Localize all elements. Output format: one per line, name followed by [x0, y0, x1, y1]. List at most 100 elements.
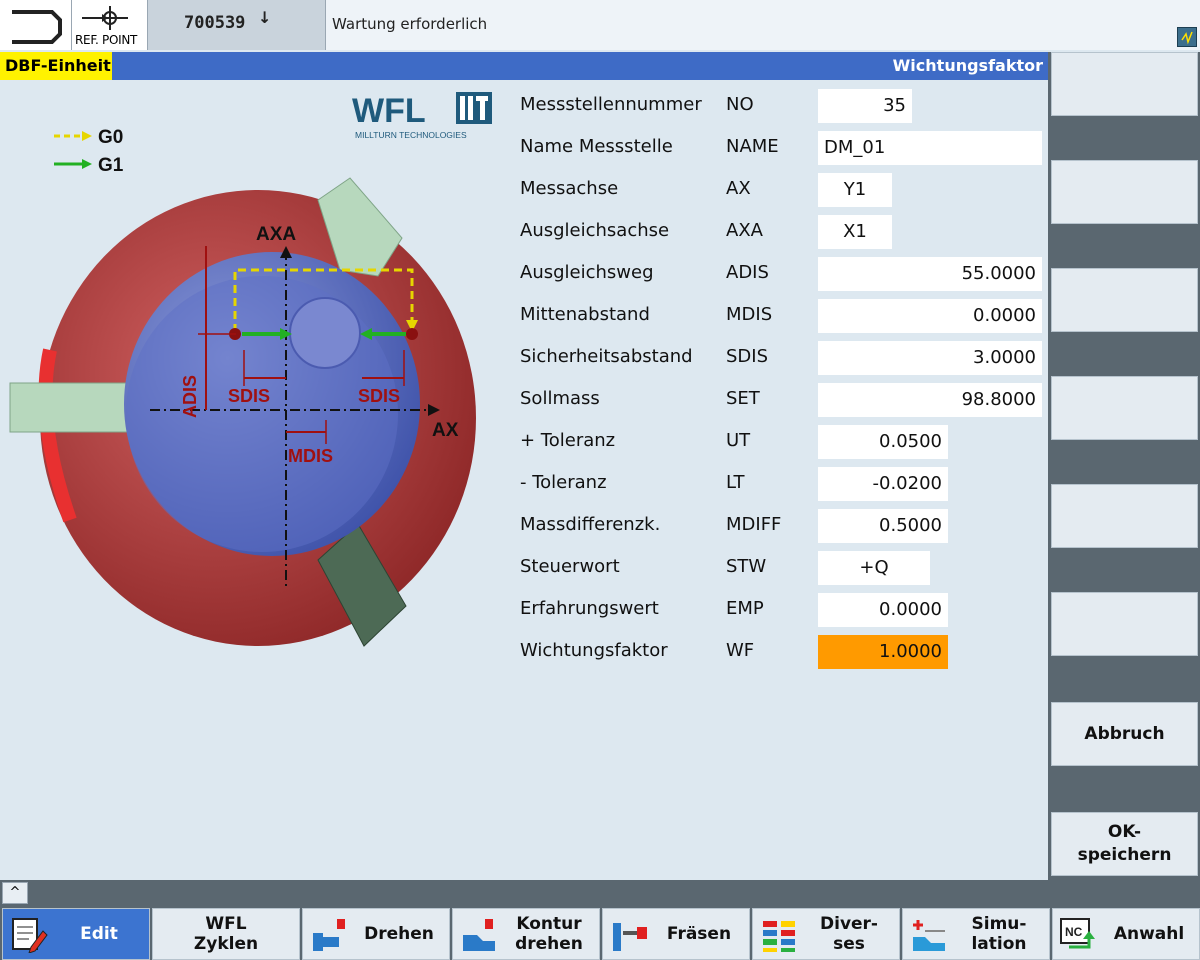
param-row-mdis: Mittenabstand MDIS 0.0000 [0, 296, 1048, 338]
param-input-mdiff[interactable]: 0.5000 [818, 509, 948, 543]
param-short: MDIS [726, 304, 773, 325]
wfl-cycles-label-2: Zyklen [193, 934, 259, 954]
param-row-no: Messstellennummer NO 35 [0, 86, 1048, 128]
ok-save-label-2: speichern [1077, 845, 1172, 865]
param-row-stw: Steuerwort STW +Q [0, 548, 1048, 590]
vertical-softkey-2[interactable] [1051, 160, 1198, 224]
param-label: Steuerwort [520, 556, 620, 577]
simulation-label-2: lation [971, 934, 1027, 954]
ref-point-label: REF. POINT [75, 33, 138, 47]
param-label: Erfahrungswert [520, 598, 659, 619]
param-row-ut: + Toleranz UT 0.0500 [0, 422, 1048, 464]
param-short: AX [726, 178, 751, 199]
vertical-softkey-6[interactable] [1051, 592, 1198, 656]
turning-softkey[interactable]: Drehen [302, 908, 450, 960]
program-indicator: 700539 ↓ [148, 0, 326, 50]
param-label: Ausgleichsachse [520, 220, 670, 241]
param-input-name[interactable]: DM_01 [818, 131, 1042, 165]
param-short: MDIFF [726, 514, 782, 535]
param-label: Sicherheitsabstand [520, 346, 693, 367]
nc-select-softkey[interactable]: NC Anwahl [1052, 908, 1200, 960]
param-label: Wichtungsfaktor [520, 640, 668, 661]
vertical-softkey-1[interactable] [1051, 52, 1198, 116]
param-label: Massdifferenzk. [520, 514, 661, 535]
param-input-lt[interactable]: -0.0200 [818, 467, 948, 501]
vertical-softkey-5[interactable] [1051, 484, 1198, 548]
param-short: WF [726, 640, 755, 661]
operating-mode-indicator [0, 0, 72, 50]
vertical-softkey-bar: Abbruch OK- speichern [1048, 52, 1200, 880]
param-short: ADIS [726, 262, 769, 283]
param-short: UT [726, 430, 751, 451]
edit-softkey[interactable]: Edit [2, 908, 150, 960]
wfl-cycles-label-1: WFL [205, 913, 247, 934]
edit-label: Edit [80, 923, 118, 944]
misc-label-1: Diver- [820, 913, 878, 934]
contour-turning-icon [463, 919, 495, 951]
param-label: - Toleranz [520, 472, 607, 493]
param-label: Ausgleichsweg [520, 262, 654, 283]
download-arrow-icon: ↓ [258, 8, 272, 27]
contour-turning-softkey[interactable]: Kontur drehen [452, 908, 600, 960]
recall-button[interactable]: ^ [2, 882, 28, 904]
param-input-wf[interactable]: 1.0000 [818, 635, 948, 669]
vertical-softkey-4[interactable] [1051, 376, 1198, 440]
svg-text:NC: NC [1065, 925, 1083, 939]
param-input-set[interactable]: 98.8000 [818, 383, 1042, 417]
horizontal-softkey-bar: Edit WFL Zyklen Drehen Kontur drehen Frä… [0, 906, 1200, 960]
param-label: Messachse [520, 178, 619, 199]
param-label: Sollmass [520, 388, 600, 409]
selected-parameter-title: Wichtungsfaktor [892, 56, 1043, 75]
turning-icon [313, 919, 345, 951]
misc-softkey[interactable]: Diver- ses [752, 908, 900, 960]
param-row-ax: Messachse AX Y1 [0, 170, 1048, 212]
param-row-name: Name Messstelle NAME DM_01 [0, 128, 1048, 170]
param-row-sdis: Sicherheitsabstand SDIS 3.0000 [0, 338, 1048, 380]
param-select-axa[interactable]: X1 [818, 215, 892, 249]
param-input-emp[interactable]: 0.0000 [818, 593, 948, 627]
param-label: Name Messstelle [520, 136, 673, 157]
hmi-status-icon[interactable] [1177, 27, 1197, 47]
jog-mode-icon [12, 10, 62, 44]
milling-icon [613, 923, 647, 951]
cancel-button[interactable]: Abbruch [1051, 702, 1198, 766]
param-row-mdiff: Massdifferenzk. MDIFF 0.5000 [0, 506, 1048, 548]
param-input-sdis[interactable]: 3.0000 [818, 341, 1042, 375]
param-input-no[interactable]: 35 [818, 89, 912, 123]
param-row-set: Sollmass SET 98.8000 [0, 380, 1048, 422]
param-short: NO [726, 94, 754, 115]
simulation-softkey[interactable]: Simu- lation [902, 908, 1050, 960]
milling-label: Fräsen [666, 923, 732, 944]
ok-save-button[interactable]: OK- speichern [1051, 812, 1198, 876]
param-label: Messstellennummer [520, 94, 702, 115]
contour-turning-label-1: Kontur [516, 913, 582, 934]
program-number: 700539 [184, 13, 246, 33]
misc-label-2: ses [833, 934, 865, 954]
param-row-adis: Ausgleichsweg ADIS 55.0000 [0, 254, 1048, 296]
contour-turning-label-2: drehen [515, 934, 583, 954]
param-label: Mittenabstand [520, 304, 650, 325]
param-short: SET [726, 388, 760, 409]
param-short: LT [726, 472, 745, 493]
param-select-ax[interactable]: Y1 [818, 173, 892, 207]
param-input-ut[interactable]: 0.0500 [818, 425, 948, 459]
cancel-button-label: Abbruch [1084, 723, 1165, 744]
param-input-mdis[interactable]: 0.0000 [818, 299, 1042, 333]
wfl-cycles-softkey[interactable]: WFL Zyklen [152, 908, 300, 960]
alarm-message[interactable]: Wartung erforderlich [332, 15, 487, 33]
ref-point-icon [82, 6, 128, 30]
param-row-axa: Ausgleichsachse AXA X1 [0, 212, 1048, 254]
param-label: + Toleranz [520, 430, 616, 451]
cycle-name: DBF-Einheit [0, 52, 112, 80]
ok-save-label-1: OK- [1107, 822, 1142, 843]
param-short: EMP [726, 598, 764, 619]
vertical-softkey-3[interactable] [1051, 268, 1198, 332]
param-short: SDIS [726, 346, 769, 367]
milling-softkey[interactable]: Fräsen [602, 908, 750, 960]
param-short: AXA [726, 220, 763, 241]
ref-point-indicator: REF. POINT [72, 0, 148, 50]
param-input-stw[interactable]: +Q [818, 551, 930, 585]
param-input-adis[interactable]: 55.0000 [818, 257, 1042, 291]
simulation-icon [913, 920, 945, 951]
dialog-title-bar: DBF-Einheit Wichtungsfaktor [0, 52, 1048, 80]
